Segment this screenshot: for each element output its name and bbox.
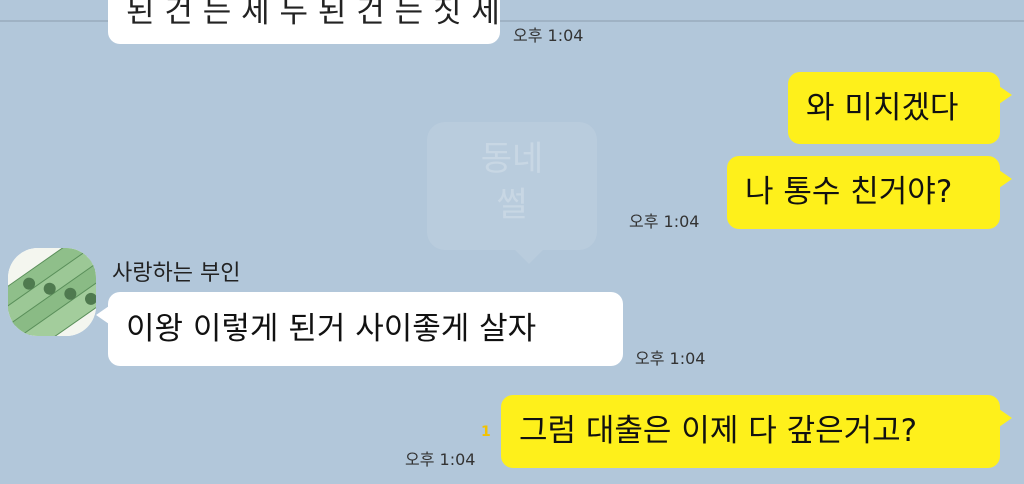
message-text: 이왕 이렇게 된거 사이좋게 살자 (126, 310, 537, 347)
watermark-line-2: 썰 (496, 185, 528, 225)
watermark-tail (515, 250, 543, 264)
message-time: 오후 1:04 (635, 349, 706, 368)
message-text: 그럼 대출은 이제 다 갚은거고? (519, 413, 918, 449)
message-time: 오후 1:04 (513, 26, 584, 45)
message-time: 오후 1:04 (629, 212, 700, 231)
message-bubble-outgoing[interactable]: 와 미치겠다 (788, 72, 1012, 144)
unread-count: 1 (481, 424, 491, 440)
watermark-line-1: 동네 (480, 139, 544, 179)
banknote-stack-avatar-icon (8, 248, 96, 336)
message-text: 나 통수 친거야? (745, 174, 953, 210)
message-bubble-outgoing[interactable]: 그럼 대출은 이제 다 갚은거고? (501, 395, 1012, 468)
message-text: 된 건 는 세 두 된 건 는 짓 세 (126, 0, 500, 30)
message-bubble-outgoing[interactable]: 나 통수 친거야? (727, 156, 1012, 229)
sender-name: 사랑하는 부인 (112, 261, 241, 286)
profile-avatar[interactable] (8, 248, 96, 336)
message-bubble-incoming[interactable]: 이왕 이렇게 된거 사이좋게 살자 (96, 292, 623, 366)
watermark-logo: 동네 썰 (427, 122, 597, 264)
message-bubble-incoming-cutoff[interactable]: 된 건 는 세 두 된 건 는 짓 세 (108, 0, 500, 44)
message-text: 와 미치겠다 (806, 89, 959, 126)
message-time: 오후 1:04 (405, 450, 476, 469)
